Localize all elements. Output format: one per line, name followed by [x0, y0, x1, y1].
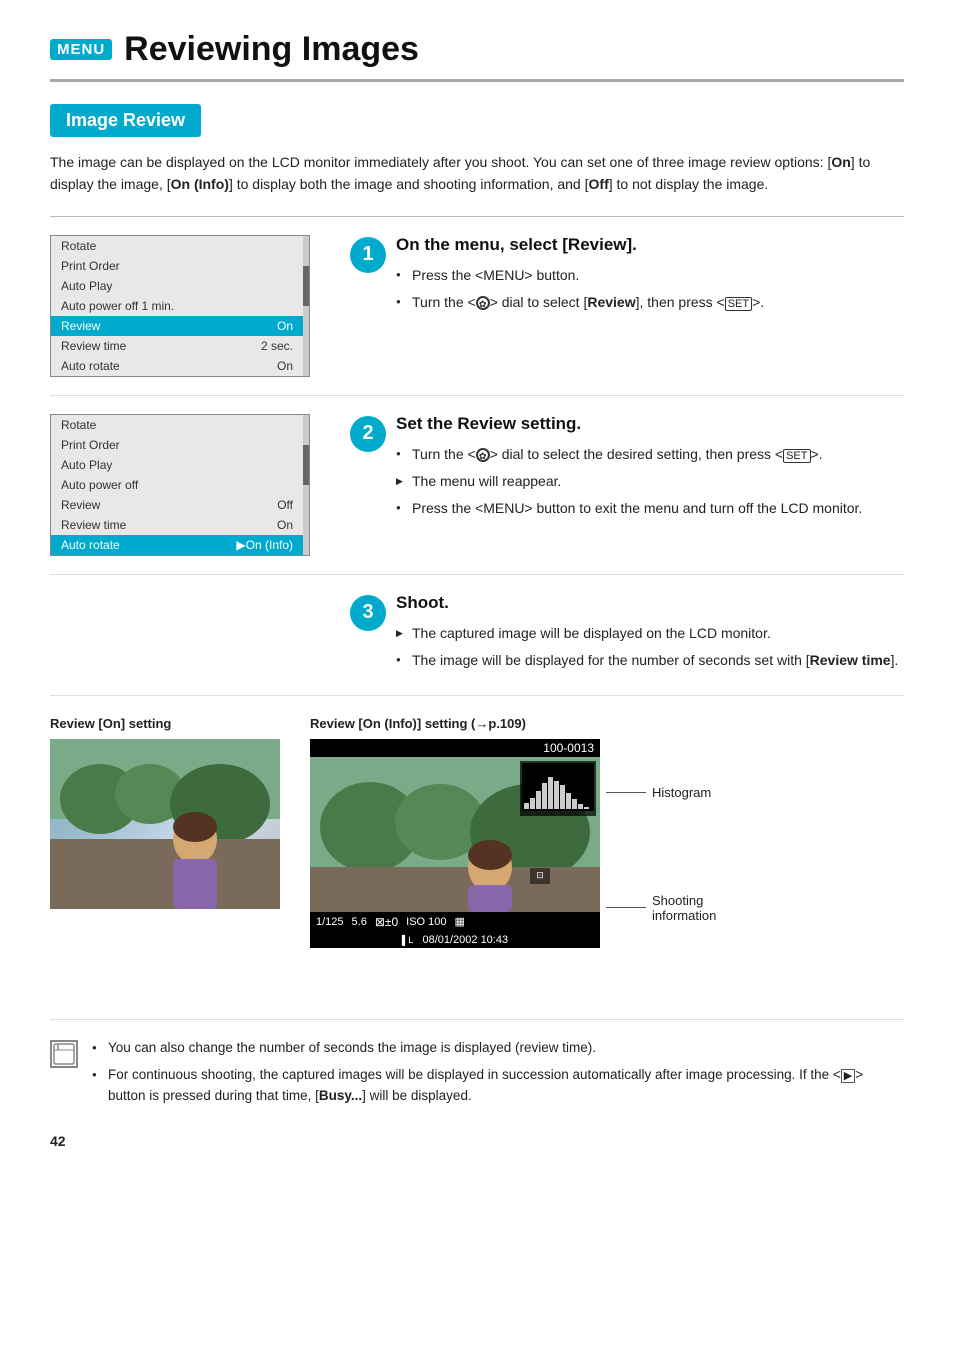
- menu-item-print: Print Order: [51, 256, 303, 276]
- note-icon-svg: [52, 1042, 76, 1066]
- histogram-line: [606, 792, 646, 793]
- intro-text: The image can be displayed on the LCD mo…: [50, 151, 904, 196]
- exposure: ⊠±0: [375, 915, 398, 929]
- menu-item-reviewtime: Review time2 sec.: [51, 336, 303, 356]
- page-header: MENU Reviewing Images: [50, 30, 904, 82]
- histogram-svg: [522, 763, 594, 811]
- note-item-1: You can also change the number of second…: [92, 1038, 904, 1059]
- step-1-menu: Rotate Print Order Auto Play Auto power …: [50, 235, 330, 377]
- menu-item-autopower: Auto power off 1 min.: [51, 296, 303, 316]
- step-3-title: Shoot.: [396, 593, 898, 613]
- shooting-info-label-entry: Shootinginformation: [606, 893, 716, 923]
- step-1-title: On the menu, select [Review].: [396, 235, 764, 255]
- example-on-label: Review [On] setting: [50, 716, 171, 731]
- menu2-item-autorotate-selected: Auto rotate▶On (Info): [51, 535, 303, 555]
- shutter-speed: 1/125: [316, 916, 344, 928]
- example-on-info-label: Review [On (Info)] setting (→p.109): [310, 716, 526, 731]
- step-1-row: Rotate Print Order Auto Play Auto power …: [50, 217, 904, 396]
- menu2-scrollbar-track: [303, 415, 309, 555]
- step-2-title: Set the Review setting.: [396, 414, 862, 434]
- steps-area: Rotate Print Order Auto Play Auto power …: [50, 216, 904, 696]
- menu2-item-autoplay: Auto Play: [51, 455, 303, 475]
- step-2-content: 2 Set the Review setting. Turn the <✿> d…: [350, 414, 904, 525]
- info-icon-small: ⊡: [530, 868, 550, 884]
- histogram-label-entry: Histogram: [606, 785, 716, 800]
- shooting-info-label: Shootinginformation: [652, 893, 716, 923]
- example-on-info: Review [On (Info)] setting (→p.109) 100-…: [310, 716, 716, 969]
- image-examples: Review [On] setting Review [On (Info)]: [50, 706, 904, 989]
- section-heading: Image Review: [50, 104, 201, 137]
- menu-scrollbar-track: [303, 236, 309, 376]
- step-number-2: 2: [350, 416, 386, 452]
- histogram-overlay: [520, 761, 596, 816]
- example-on: Review [On] setting: [50, 716, 280, 909]
- menu-badge: MENU: [50, 39, 112, 60]
- step-1-content: 1 On the menu, select [Review]. Press th…: [350, 235, 904, 319]
- note-icon: [50, 1040, 78, 1068]
- step-1-bullet-1: Press the <MENU> button.: [396, 265, 764, 286]
- menu2-item-autopower: Auto power off: [51, 475, 303, 495]
- menu-item-review-selected: ReviewOn: [51, 316, 303, 336]
- info-photo-container: 100-0013: [310, 739, 600, 948]
- step-1-text: On the menu, select [Review]. Press the …: [396, 235, 764, 319]
- histogram-label: Histogram: [652, 785, 711, 800]
- menu-item-autoplay: Auto Play: [51, 276, 303, 296]
- example-on-photo-svg: [50, 739, 280, 909]
- info-display-row: 100-0013: [310, 739, 716, 969]
- metering-icon: ▦: [455, 915, 465, 928]
- step-2-row: Rotate Print Order Auto Play Auto power …: [50, 396, 904, 575]
- menu-item-autorotate: Auto rotateOn: [51, 356, 303, 376]
- step-2-bullet-1: Turn the <✿> dial to select the desired …: [396, 444, 862, 465]
- step-number-3: 3: [350, 595, 386, 631]
- menu2-item-reviewtime: Review timeOn: [51, 515, 303, 535]
- info-datetime: ▌L 08/01/2002 10:43: [310, 932, 600, 948]
- menu2-item-print: Print Order: [51, 435, 303, 455]
- step-number-1: 1: [350, 237, 386, 273]
- step-3-bullet-2: The image will be displayed for the numb…: [396, 650, 898, 671]
- info-sidebar-labels: Histogram Shootinginformation: [600, 739, 716, 969]
- info-photo-img: ⊡: [310, 757, 600, 912]
- menu-item-rotate: Rotate: [51, 236, 303, 256]
- note-item-2: For continuous shooting, the captured im…: [92, 1065, 904, 1107]
- info-image-number: 100-0013: [310, 739, 600, 757]
- page-number: 42: [50, 1133, 904, 1149]
- step-3-content: 3 Shoot. The captured image will be disp…: [350, 593, 904, 677]
- step-3-bullet-1: The captured image will be displayed on …: [396, 623, 898, 644]
- step-2-bullet-2: The menu will reappear.: [396, 471, 862, 492]
- example-on-photo: [50, 739, 280, 909]
- step-3-text: Shoot. The captured image will be displa…: [396, 593, 898, 677]
- shooting-info-line: [606, 907, 646, 908]
- info-bottom-bar: 1/125 5.6 ⊠±0 ISO 100 ▦: [310, 912, 600, 932]
- step-2-text: Set the Review setting. Turn the <✿> dia…: [396, 414, 862, 525]
- menu-screenshot-2: Rotate Print Order Auto Play Auto power …: [50, 414, 310, 556]
- menu2-item-rotate: Rotate: [51, 415, 303, 435]
- menu-screenshot-1: Rotate Print Order Auto Play Auto power …: [50, 235, 310, 377]
- step-1-bullet-2: Turn the <✿> dial to select [Review], th…: [396, 292, 764, 313]
- menu2-item-review: ReviewOff: [51, 495, 303, 515]
- page-title: Reviewing Images: [124, 30, 419, 69]
- iso: ISO 100: [406, 916, 446, 928]
- aperture: 5.6: [352, 916, 367, 928]
- note-box: You can also change the number of second…: [50, 1019, 904, 1113]
- step-3-row: 3 Shoot. The captured image will be disp…: [50, 575, 904, 696]
- note-content: You can also change the number of second…: [92, 1038, 904, 1113]
- step-2-menu: Rotate Print Order Auto Play Auto power …: [50, 414, 330, 556]
- step-2-bullet-3: Press the <MENU> button to exit the menu…: [396, 498, 862, 519]
